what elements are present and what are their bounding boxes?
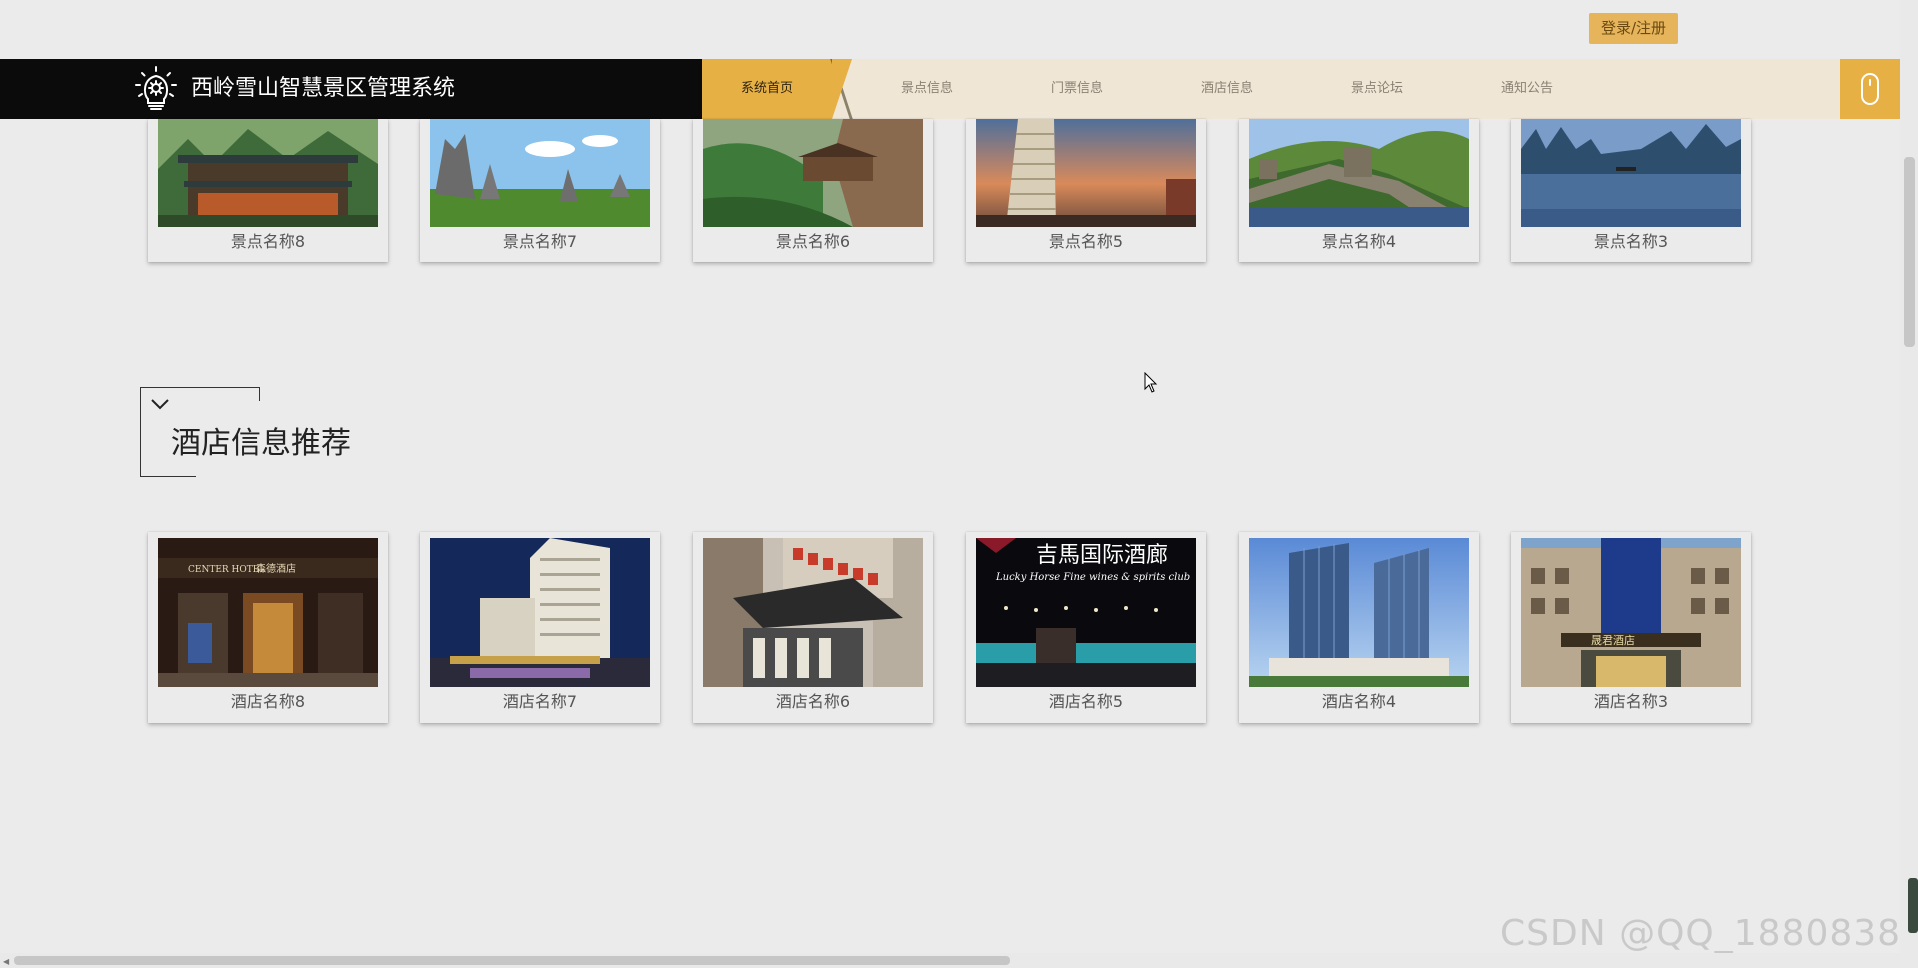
nav-notice-label: 通知公告 — [1500, 81, 1553, 96]
nav-scenic-info-label: 景点信息 — [900, 81, 953, 96]
login-register-button[interactable]: 登录/注册 — [1589, 13, 1678, 44]
side-widget-tab[interactable] — [1908, 878, 1918, 933]
hotel-image: CENTER HOTEL 森德酒店 — [158, 538, 378, 687]
horizontal-scrollbar[interactable]: ◀ — [0, 953, 1900, 968]
scenic-image — [430, 119, 650, 227]
nav-hotel-info[interactable]: 酒店信息 — [1152, 59, 1302, 119]
hotel-sign-text: CENTER HOTEL — [188, 565, 265, 575]
site-title: 西岭雪山智慧景区管理系统 — [191, 76, 456, 101]
hotel-sign-text: 森德酒店 — [256, 562, 296, 575]
nav-hotel-info-label: 酒店信息 — [1200, 81, 1253, 96]
vertical-scroll-thumb[interactable] — [1904, 157, 1915, 347]
hotel-name: 酒店名称6 — [775, 692, 851, 711]
hotel-card[interactable]: 吉馬国际酒廊 Lucky Horse Fine wines & spirits … — [966, 532, 1206, 723]
scenic-name: 景点名称8 — [230, 232, 306, 251]
nav-home[interactable]: 系统首页 — [702, 59, 853, 119]
main-nav: 系统首页 景点信息 门票信息 酒店信息 景点论坛 通知公告 — [702, 59, 1602, 119]
scenic-card[interactable]: 景点名称4 — [1239, 119, 1479, 262]
nav-scenic-info[interactable]: 景点信息 — [852, 59, 1002, 119]
hotel-card[interactable]: 酒店名称7 — [420, 532, 660, 723]
scenic-name: 景点名称6 — [775, 232, 851, 251]
hotel-card[interactable]: CENTER HOTEL 森德酒店 酒店名称8 — [148, 532, 388, 723]
nav-notice[interactable]: 通知公告 — [1452, 59, 1602, 119]
scenic-name: 景点名称5 — [1048, 232, 1124, 251]
scenic-image — [1521, 119, 1741, 227]
scenic-card[interactable]: 景点名称8 — [148, 119, 388, 262]
hotel-name: 酒店名称4 — [1321, 692, 1397, 711]
mouse-cursor-icon — [1144, 372, 1158, 393]
scenic-card[interactable]: 景点名称3 — [1511, 119, 1751, 262]
chevron-down-icon — [151, 399, 169, 410]
nav-ticket-info[interactable]: 门票信息 — [1002, 59, 1152, 119]
nav-scenic-forum-label: 景点论坛 — [1350, 81, 1403, 96]
hotel-recommend-title: 酒店信息推荐 — [171, 426, 351, 461]
vertical-scrollbar[interactable] — [1900, 0, 1918, 968]
hotel-name: 酒店名称8 — [230, 692, 306, 711]
scenic-image — [1249, 119, 1469, 227]
hotel-image — [1249, 538, 1469, 687]
scenic-card[interactable]: 景点名称6 — [693, 119, 933, 262]
hotel-image: 吉馬国际酒廊 Lucky Horse Fine wines & spirits … — [976, 538, 1196, 687]
scenic-image — [976, 119, 1196, 227]
hotel-name: 酒店名称5 — [1048, 692, 1124, 711]
hotel-card[interactable]: 酒店名称6 — [693, 532, 933, 723]
scroll-mouse-button[interactable] — [1840, 59, 1900, 119]
nav-active-divider — [830, 59, 853, 119]
hotel-name: 酒店名称3 — [1593, 692, 1669, 711]
hotel-sign-text: Lucky Horse Fine wines & spirits club — [995, 572, 1190, 583]
brand: 西岭雪山智慧景区管理系统 — [0, 59, 702, 119]
scenic-image — [158, 119, 378, 227]
horizontal-scroll-thumb[interactable] — [14, 956, 1010, 965]
scenic-name: 景点名称4 — [1321, 232, 1397, 251]
scenic-name: 景点名称3 — [1593, 232, 1669, 251]
scenic-name: 景点名称7 — [502, 232, 578, 251]
header: 西岭雪山智慧景区管理系统 系统首页 景点信息 门票信息 酒店信息 景点论坛 通知… — [0, 59, 1900, 119]
scenic-image — [703, 119, 923, 227]
hotel-card[interactable]: 酒店名称4 — [1239, 532, 1479, 723]
hotel-image — [430, 538, 650, 687]
scenic-card[interactable]: 景点名称5 — [966, 119, 1206, 262]
scenic-card[interactable]: 景点名称7 — [420, 119, 660, 262]
watermark: CSDN @QQ_188083800 — [1500, 913, 1918, 954]
nav-home-label: 系统首页 — [740, 81, 793, 96]
hotel-name: 酒店名称7 — [502, 692, 578, 711]
lightbulb-icon — [135, 66, 177, 110]
nav-ticket-info-label: 门票信息 — [1050, 81, 1103, 96]
page: 登录/注册 西岭雪山智慧景区管理系统 系统首页 景点信息 门票信息 酒店信息 景… — [0, 0, 1918, 968]
hotel-sign-text: 吉馬国际酒廊 — [1036, 543, 1168, 568]
hotel-card[interactable]: 晟君酒店 酒店名称3 — [1511, 532, 1751, 723]
mouse-icon — [1861, 73, 1879, 105]
hotel-image — [703, 538, 923, 687]
hotel-sign-text: 晟君酒店 — [1591, 633, 1635, 647]
hotel-image: 晟君酒店 — [1521, 538, 1741, 687]
scroll-left-icon[interactable]: ◀ — [3, 957, 9, 966]
nav-scenic-forum[interactable]: 景点论坛 — [1302, 59, 1452, 119]
